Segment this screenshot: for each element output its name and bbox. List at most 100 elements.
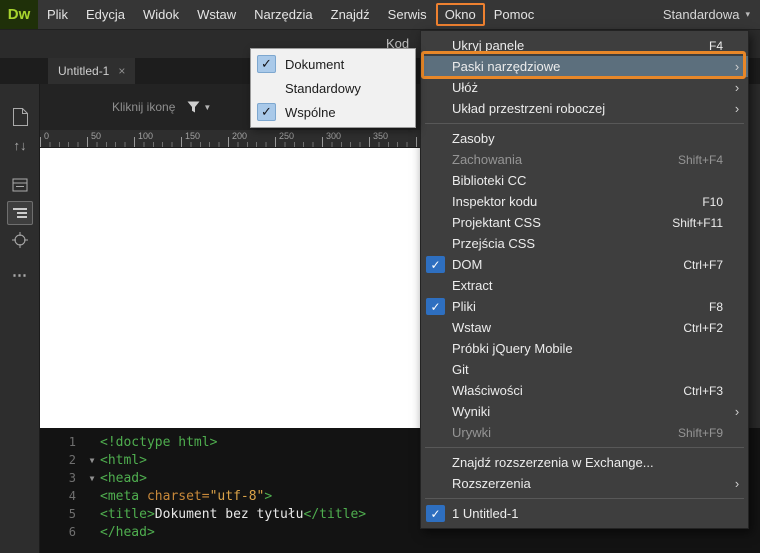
window-menu-item-projektant-css[interactable]: Projektant CSS Shift+F11: [421, 212, 748, 233]
menu-shortcut: Ctrl+F7: [683, 257, 723, 272]
check-space: [426, 277, 445, 294]
window-menu-item-1-untitled-1[interactable]: ✓ 1 Untitled-1: [421, 503, 748, 524]
code-token: <!doctype html>: [100, 434, 218, 450]
window-menu-item-układ-przestrzeni-roboczej[interactable]: Układ przestrzeni roboczej ›: [421, 98, 748, 119]
menu-item-label: DOM: [452, 257, 483, 272]
check-space: [426, 424, 445, 441]
toolbars-submenu-list: ✓ Dokument Standardowy ✓ Wspólne: [251, 52, 415, 124]
menu-edycja[interactable]: Edycja: [77, 3, 134, 26]
menu-shortcut: Shift+F4: [677, 152, 723, 167]
insert-arrows-icon[interactable]: ↑↓: [9, 134, 31, 156]
check-space: [257, 79, 276, 97]
window-menu-item-ułóż[interactable]: Ułóż ›: [421, 77, 748, 98]
line-number: 5: [68, 507, 76, 521]
menubar-items: Plik Edycja Widok Wstaw Narzędzia Znajdź Serwi…: [38, 0, 543, 29]
window-menu-item-wstaw[interactable]: Wstaw Ctrl+F2: [421, 317, 748, 338]
window-menu-item-rozszerzenia[interactable]: Rozszerzenia ›: [421, 473, 748, 494]
menu-okno[interactable]: Okno: [435, 3, 485, 26]
menu-item-label: Właściwości: [452, 383, 523, 398]
checkmark-icon: ✓: [426, 256, 445, 273]
window-menu-item-właściwości[interactable]: Właściwości Ctrl+F3: [421, 380, 748, 401]
submenu-item-wspólne[interactable]: ✓ Wspólne: [251, 100, 415, 124]
menu-item-label: Git: [452, 362, 469, 377]
line-number: 3: [68, 471, 76, 485]
submenu-item-standardowy[interactable]: Standardowy: [251, 76, 415, 100]
check-space: [426, 454, 445, 471]
menu-plik[interactable]: Plik: [38, 3, 77, 26]
submenu-item-label: Standardowy: [285, 80, 361, 96]
checkmark-icon: ✓: [257, 55, 276, 73]
close-icon[interactable]: ×: [118, 64, 125, 78]
menu-separator: [421, 119, 748, 128]
window-menu-item-znajdź-rozszerzenia-w-exchange[interactable]: Znajdź rozszerzenia w Exchange...: [421, 452, 748, 473]
window-menu-item-próbki-jquery-mobile[interactable]: Próbki jQuery Mobile: [421, 338, 748, 359]
menu-widok[interactable]: Widok: [134, 3, 188, 26]
tab-untitled-1[interactable]: Untitled-1 ×: [48, 58, 136, 84]
dreamweaver-window: Dw Plik Edycja Widok Wstaw Narzędzia Znajdź Se…: [0, 0, 760, 553]
menu-znajdź[interactable]: Znajdź: [322, 3, 379, 26]
window-menu-item-dom[interactable]: ✓ DOM Ctrl+F7: [421, 254, 748, 275]
menu-item-label: Zachowania: [452, 152, 523, 167]
window-menu-item-inspektor-kodu[interactable]: Inspektor kodu F10: [421, 191, 748, 212]
menu-pomoc[interactable]: Pomoc: [485, 3, 543, 26]
filter-icon[interactable]: [187, 101, 200, 113]
code-token: <head>: [100, 470, 147, 486]
workspace-switcher[interactable]: Standardowa ▾: [663, 7, 750, 22]
check-space: [426, 79, 445, 96]
menu-item-label: Ułóż: [452, 80, 479, 95]
dom-panel-icon[interactable]: [7, 201, 33, 225]
file-icon[interactable]: [9, 106, 31, 128]
assets-panel-icon[interactable]: [9, 174, 31, 196]
design-canvas[interactable]: [40, 148, 420, 428]
window-menu-item-zachowania[interactable]: Zachowania Shift+F4: [421, 149, 748, 170]
menu-item-label: Paski narzędziowe: [452, 59, 561, 74]
checkmark-icon: ✓: [426, 298, 445, 315]
menu-separator: [421, 494, 748, 503]
fold-arrow-icon[interactable]: ▼: [84, 474, 100, 483]
submenu-arrow-icon: ›: [734, 101, 740, 116]
more-options-icon[interactable]: ⋯: [9, 264, 31, 286]
fold-arrow-icon[interactable]: ▼: [84, 456, 100, 465]
window-menu-item-wyniki[interactable]: Wyniki ›: [421, 401, 748, 422]
menu-item-label: Biblioteki CC: [452, 173, 527, 188]
menu-wstaw[interactable]: Wstaw: [188, 3, 245, 26]
submenu-item-dokument[interactable]: ✓ Dokument: [251, 52, 415, 76]
ruler-label: 150: [185, 131, 201, 141]
line-number: 6: [68, 525, 76, 539]
code-text: <html>: [100, 453, 147, 468]
window-menu-item-extract[interactable]: Extract: [421, 275, 748, 296]
menu-item-label: Inspektor kodu: [452, 194, 538, 209]
check-space: [426, 193, 445, 210]
ruler: 0 50 100 150 200 250 300 350: [40, 130, 420, 148]
checkmark-icon: ✓: [426, 505, 445, 522]
menu-item-label: Extract: [452, 278, 493, 293]
line-number: 4: [68, 489, 76, 503]
window-menu-item-urywki[interactable]: Urywki Shift+F9: [421, 422, 748, 443]
check-space: [426, 151, 445, 168]
line-number: 2: [68, 453, 76, 467]
check-space: [426, 58, 445, 75]
target-icon[interactable]: [9, 229, 31, 251]
code-token: <html>: [100, 452, 147, 468]
window-menu-item-biblioteki-cc[interactable]: Biblioteki CC: [421, 170, 748, 191]
menu-item-label: Pliki: [452, 299, 476, 314]
submenu-item-label: Wspólne: [285, 104, 336, 120]
window-menu-item-git[interactable]: Git: [421, 359, 748, 380]
submenu-arrow-icon: ›: [734, 80, 740, 95]
check-space: [426, 37, 445, 54]
menu-serwis[interactable]: Serwis: [379, 3, 436, 26]
menu-narzędzia[interactable]: Narzędzia: [245, 3, 322, 26]
menu-item-label: Układ przestrzeni roboczej: [452, 101, 606, 116]
code-token: "utf-8": [209, 488, 265, 504]
check-space: [426, 475, 445, 492]
ruler-label: 350: [373, 131, 389, 141]
window-menu-item-ukryj-panele[interactable]: Ukryj panele F4: [421, 35, 748, 56]
check-space: [426, 172, 445, 189]
window-menu-item-paski-narzędziowe[interactable]: Paski narzędziowe ›: [421, 56, 748, 77]
menu-shortcut: Ctrl+F3: [683, 383, 723, 398]
menu-shortcut: Shift+F9: [677, 425, 723, 440]
window-menu-item-pliki[interactable]: ✓ Pliki F8: [421, 296, 748, 317]
ruler-label: 300: [326, 131, 342, 141]
window-menu-item-zasoby[interactable]: Zasoby: [421, 128, 748, 149]
window-menu-item-przejścia-css[interactable]: Przejścia CSS: [421, 233, 748, 254]
